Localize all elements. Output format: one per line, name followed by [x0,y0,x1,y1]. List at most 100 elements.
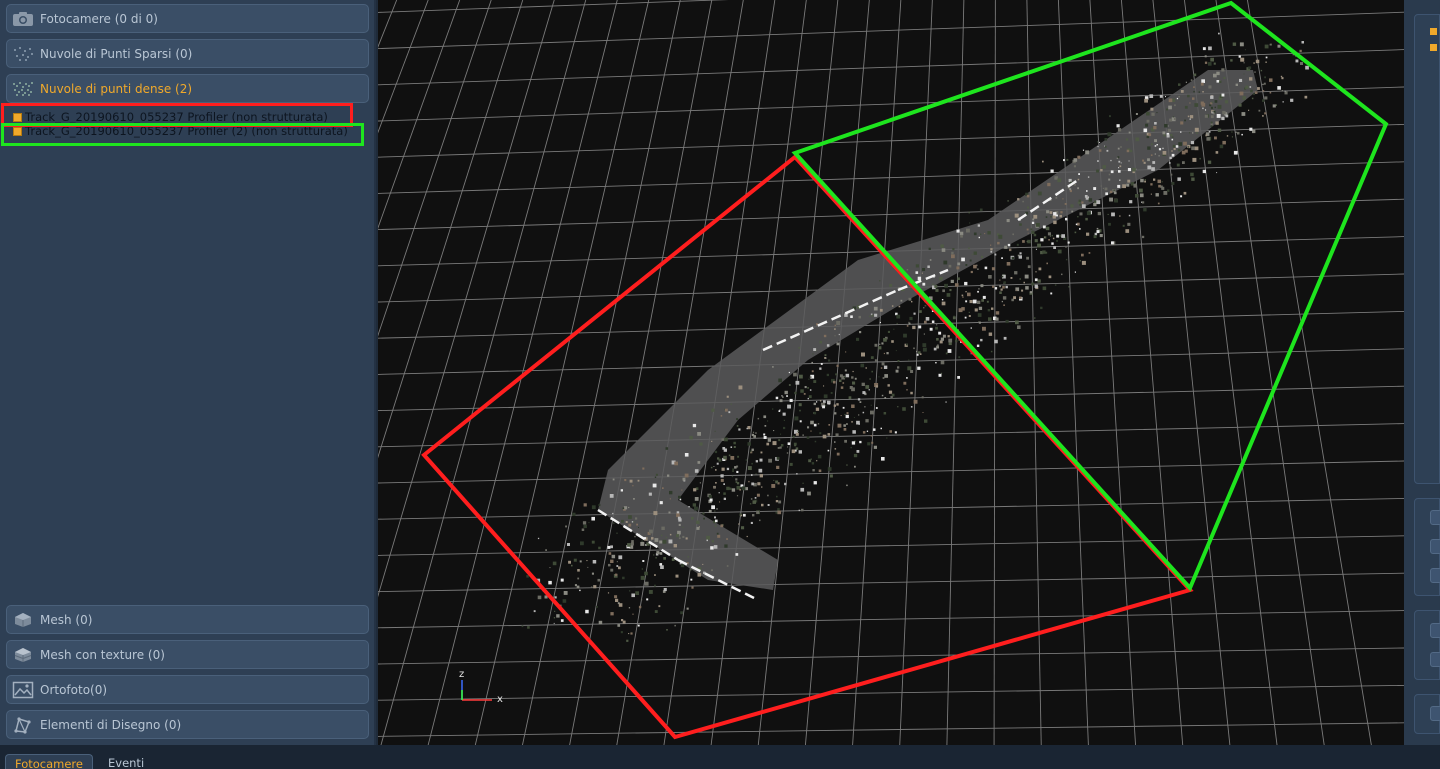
cloud-point [807,397,809,400]
cloud-point [871,441,874,444]
cloud-point [611,554,616,559]
cloud-point [655,473,658,476]
tab-fotocamere[interactable]: Fotocamere [5,754,93,769]
cloud-point [1048,239,1050,241]
right-tool-button[interactable] [1430,568,1440,583]
cloud-point [560,619,564,622]
section-dense-clouds[interactable]: Nuvole di punti dense (2) [6,74,369,103]
cloud-point [736,482,740,485]
cloud-point [1153,126,1157,130]
cloud-point [1042,286,1047,291]
right-marker-icon[interactable] [1430,28,1437,35]
cloud-point [1060,211,1063,214]
cloud-point [533,610,536,613]
cloud-point [608,552,612,555]
cloud-point [1122,184,1126,189]
cloud-point [723,492,726,495]
cloud-point [587,566,589,568]
cloud-point [763,433,766,436]
section-textured-mesh[interactable]: Mesh con texture (0) [6,640,369,669]
cloud-point [1257,87,1260,90]
3d-viewport[interactable]: z x [378,0,1404,745]
right-tool-button[interactable] [1430,706,1440,721]
cloud-point [1221,116,1225,121]
cloud-point [755,432,757,434]
cloud-point [752,514,755,517]
right-tool-button[interactable] [1430,623,1440,638]
section-mesh[interactable]: Mesh (0) [6,605,369,634]
cloud-point [661,526,665,530]
right-tool-button[interactable] [1430,510,1440,525]
cloud-point [811,370,814,373]
cloud-point [591,516,595,521]
tab-eventi[interactable]: Eventi [99,754,153,769]
cloud-point [1219,80,1221,82]
tree-item-dense-cloud-2[interactable]: Track_G_20190610_055237 Profiler (2) (no… [4,124,348,138]
cloud-point [1204,114,1208,118]
cloud-point [875,385,878,388]
right-tool-button[interactable] [1430,539,1440,554]
cloud-point [751,482,755,486]
cloud-point [895,350,897,352]
cloud-visibility-icon[interactable] [13,112,22,122]
cloud-point [984,266,988,270]
cloud-point [591,572,594,575]
cloud-point [905,343,908,346]
cloud-point [1222,110,1226,115]
viewport-canvas[interactable]: z x [378,0,1404,745]
cloud-point [1036,223,1040,227]
cloud-point [1290,98,1294,102]
cloud-point [1009,248,1012,252]
cloud-point [1180,195,1183,198]
cloud-point [749,450,752,453]
section-drawing-elements[interactable]: Elementi di Disegno (0) [6,710,369,739]
cloud-point [1254,71,1256,73]
cloud-point [1081,201,1084,204]
cloud-point [868,389,870,391]
tree-item-dense-cloud-1[interactable]: Track_G_20190610_055237 Profiler (non st… [4,110,328,124]
cloud-point [677,530,681,535]
cloud-point [1214,136,1217,140]
cloud-point [1221,68,1225,72]
cloud-point [924,419,928,423]
cloud-point [576,585,580,589]
cloud-point [748,480,750,483]
cloud-point [1253,93,1255,96]
cloud-point [640,575,645,580]
cloud-point [858,315,861,319]
cloud-point [612,478,615,481]
cloud-point [685,537,688,540]
cloud-point [702,563,704,565]
cloud-point [1159,95,1163,98]
cloud-point [1019,296,1022,300]
cloud-point [565,525,567,528]
section-cameras[interactable]: Fotocamere (0 di 0) [6,4,369,33]
cloud-point [537,595,542,600]
right-marker-icon[interactable] [1430,44,1437,51]
cloud-visibility-icon[interactable] [13,126,22,136]
cloud-point [1151,112,1155,116]
cloud-point [598,620,603,625]
cloud-point [1031,230,1035,234]
cloud-point [1150,107,1154,111]
cloud-point [838,333,840,336]
right-tool-button[interactable] [1430,652,1440,667]
cloud-point [922,412,924,413]
section-orthophoto[interactable]: Ortofoto(0) [6,675,369,704]
cloud-point [906,377,908,379]
cloud-point [862,411,865,414]
cloud-point [1208,85,1212,89]
cloud-point [711,540,714,543]
cloud-point [803,393,806,395]
cloud-point [1139,193,1144,198]
cloud-point [759,474,763,478]
cloud-point [572,512,576,516]
cloud-point [763,436,767,439]
cloud-point [1034,317,1036,319]
cloud-point [942,334,946,338]
cloud-point [860,363,865,368]
cloud-point [988,317,992,321]
cloud-point [1157,202,1160,205]
section-sparse-clouds[interactable]: Nuvole di Punti Sparsi (0) [6,39,369,68]
cloud-point [1236,131,1240,135]
